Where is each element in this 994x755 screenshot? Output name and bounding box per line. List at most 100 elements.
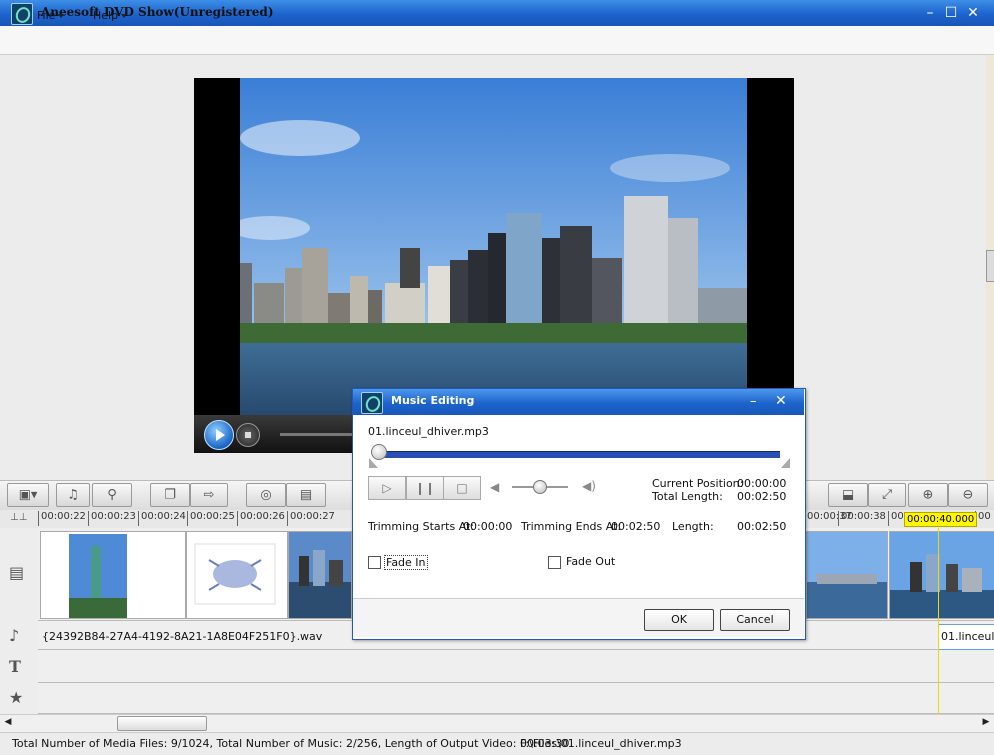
menu-help[interactable]: Help	[93, 9, 128, 22]
scrollbar-thumb[interactable]	[117, 716, 207, 731]
playhead-line	[938, 528, 939, 714]
minimize-button[interactable]: –	[921, 4, 939, 22]
ruler-tick: 00:00:27	[287, 511, 335, 526]
fade-out-checkbox[interactable]	[548, 556, 561, 569]
trim-end-handle[interactable]	[781, 458, 790, 468]
star-icon: ★	[9, 688, 24, 707]
fullscreen-icon: ⤢	[881, 487, 893, 503]
current-position-value: 00:00:00	[737, 477, 787, 490]
menu-help-label: Help	[93, 9, 119, 22]
film-icon: ▤	[9, 563, 25, 582]
menu-bar	[0, 26, 994, 55]
seek-slider[interactable]	[280, 433, 360, 436]
trim-end-value: 00:02:50	[611, 520, 661, 533]
stop-icon: □	[456, 481, 468, 495]
ok-button[interactable]: OK	[644, 609, 714, 631]
music-note-icon: ♪	[9, 626, 20, 645]
ruler-tick: 00:00:40	[975, 511, 992, 526]
length-value: 00:02:50	[737, 520, 787, 533]
fullscreen-button[interactable]: ⤢	[868, 483, 906, 507]
dialog-pause-button[interactable]: ❙❙	[406, 476, 444, 500]
disc-icon: ◎	[260, 487, 272, 503]
dialog-minimize-button[interactable]: –	[750, 394, 757, 409]
trim-end-label: Trimming Ends At:	[521, 520, 622, 533]
dialog-play-button[interactable]: ▷	[368, 476, 406, 500]
volume-knob[interactable]	[533, 480, 547, 494]
status-path: F:\Files\01.linceul_dhiver.mp3	[520, 737, 682, 750]
clip-thumbnail[interactable]	[806, 531, 888, 619]
trim-slider[interactable]	[380, 451, 780, 458]
scroll-left-arrow-icon[interactable]: ◀	[2, 716, 14, 729]
ruler-scale-icon: ⊥⊥	[10, 512, 28, 523]
app-logo-icon	[361, 392, 383, 414]
text-icon: T	[9, 657, 21, 676]
zoom-in-button[interactable]: ⊕	[908, 483, 948, 507]
play-button[interactable]	[204, 420, 234, 450]
fade-in-checkbox[interactable]	[368, 556, 381, 569]
music-clip-label: 01.linceul_dhiver.mp3	[941, 630, 994, 643]
export-icon: ⇨	[203, 487, 215, 503]
add-media-button[interactable]: ▣▾	[7, 483, 49, 507]
current-position-label: Current Position:	[652, 477, 744, 490]
panel-collapse-handle[interactable]	[986, 250, 994, 282]
snapshot-icon: ⬓	[841, 487, 855, 503]
close-button[interactable]: ✕	[964, 4, 982, 22]
ruler-tick: 00:00:24	[138, 511, 186, 526]
volume-max-icon[interactable]: ◀)	[582, 479, 596, 493]
track-headers	[0, 528, 39, 714]
music-clip-wav[interactable]: {24392B84-27A4-4192-8A21-1A8E04F251F0}.w…	[42, 630, 322, 643]
dialog-close-button[interactable]: ✕	[775, 393, 787, 409]
effects-track[interactable]	[38, 683, 994, 714]
zoom-out-button[interactable]: ⊖	[948, 483, 988, 507]
menu-file[interactable]: File	[37, 9, 65, 22]
zoom-out-icon: ⊖	[962, 487, 974, 503]
dialog-stop-button[interactable]: □	[443, 476, 481, 500]
clip-thumbnail[interactable]	[40, 531, 186, 619]
trim-start-label: Trimming Starts At:	[368, 520, 475, 533]
trim-start-handle[interactable]	[369, 458, 378, 468]
ruler-tick: 00:00:38	[838, 511, 886, 526]
music-notes-icon: ♫	[67, 487, 79, 503]
time-marker[interactable]: 00:00:40.000	[904, 512, 978, 527]
snapshot-button[interactable]: ⬓	[828, 483, 868, 507]
clip-thumbnail[interactable]	[186, 531, 288, 619]
caret-down-icon	[121, 14, 128, 18]
copy-button[interactable]: ❐	[150, 483, 190, 507]
wrench-icon: ⚲	[107, 487, 117, 503]
folder-add-icon: ▣▾	[18, 487, 38, 503]
music-clip-mp3[interactable]: 01.linceul_dhiver.mp3	[938, 624, 994, 650]
ruler-tick: 00:00:22	[38, 511, 86, 526]
text-track[interactable]	[38, 650, 994, 683]
music-file-name: 01.linceul_dhiver.mp3	[368, 425, 489, 438]
fade-out-label[interactable]: Fade Out	[566, 555, 615, 568]
play-icon: ▷	[382, 481, 392, 495]
status-summary: Total Number of Media Files: 9/1024, Tot…	[12, 737, 570, 750]
film-icon: ▤	[299, 487, 313, 503]
zoom-in-icon: ⊕	[922, 487, 934, 503]
total-length-value: 00:02:50	[737, 490, 787, 503]
stop-button[interactable]	[236, 423, 260, 447]
preview-image	[240, 78, 747, 415]
length-label: Length:	[672, 520, 714, 533]
burn-disc-button[interactable]: ◎	[246, 483, 286, 507]
copy-icon: ❐	[164, 487, 176, 503]
window-title: Aneesoft DVD Show(Unregistered)	[41, 5, 274, 19]
app-logo-icon	[11, 3, 33, 25]
export-button[interactable]: ⇨	[190, 483, 228, 507]
menu-file-label: File	[37, 9, 56, 22]
volume-mute-icon[interactable]: ◀	[490, 480, 499, 494]
edit-tool-button[interactable]: ⚲	[92, 483, 132, 507]
clip-thumbnail[interactable]	[889, 531, 994, 619]
ruler-tick: 00:00:25	[187, 511, 235, 526]
total-length-label: Total Length:	[652, 490, 723, 503]
add-music-button[interactable]: ♫	[56, 483, 90, 507]
scroll-right-arrow-icon[interactable]: ▶	[980, 716, 992, 729]
clip-thumbnail[interactable]	[288, 531, 352, 619]
cancel-button[interactable]: Cancel	[720, 609, 790, 631]
ruler-tick: 00:00:23	[88, 511, 136, 526]
fade-in-label[interactable]: Fade In	[384, 555, 428, 570]
ruler-tick: 00:00:39	[888, 511, 903, 526]
maximize-button[interactable]: ☐	[942, 4, 960, 22]
video-settings-button[interactable]: ▤	[286, 483, 326, 507]
trim-start-value: 00:00:00	[463, 520, 513, 533]
